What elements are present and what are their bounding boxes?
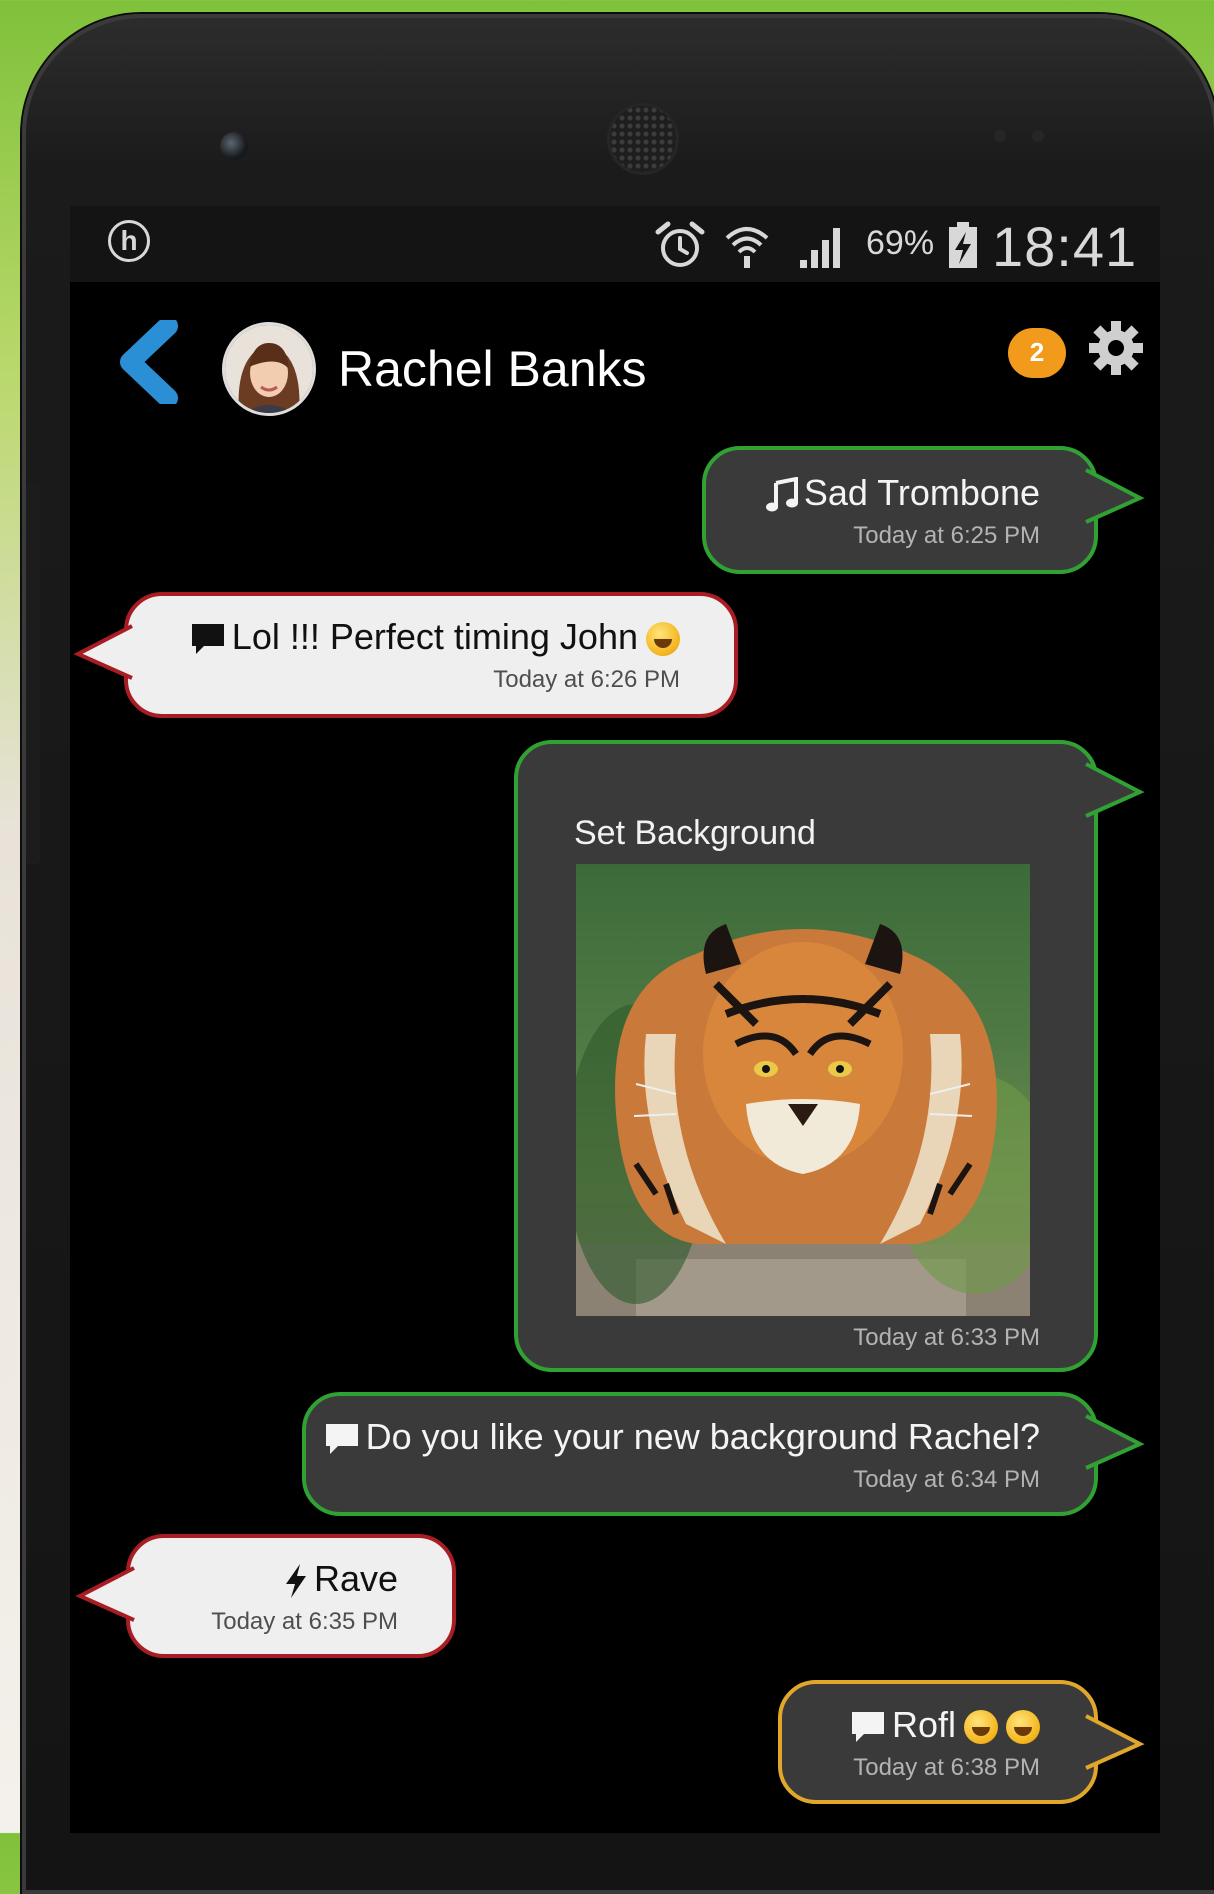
tiger-photo[interactable] — [576, 864, 1030, 1316]
message-label: Lol !!! Perfect timing John — [231, 616, 638, 657]
message-label: Sad Trombone — [803, 472, 1040, 513]
message-timestamp: Today at 6:33 PM — [853, 1324, 1040, 1351]
back-chevron-icon[interactable] — [116, 320, 186, 404]
message-bubble-incoming[interactable]: Lol !!! Perfect timing John Today at 6:2… — [73, 592, 738, 718]
avatar[interactable] — [222, 322, 316, 416]
status-clock: 18:41 — [992, 215, 1138, 278]
bubble-tail — [73, 624, 133, 680]
message-timestamp: Today at 6:35 PM — [211, 1608, 398, 1635]
message-label: Rave — [313, 1558, 398, 1599]
message-timestamp: Today at 6:34 PM — [853, 1466, 1040, 1493]
laughing-emoji — [964, 1710, 998, 1745]
laughing-emoji — [646, 622, 680, 657]
bubble-tail — [1085, 468, 1145, 524]
alarm-icon — [655, 221, 705, 267]
bubble-tail — [1085, 1414, 1145, 1470]
bubble-tail — [75, 1566, 135, 1622]
message-label: Rofl — [891, 1704, 956, 1745]
message-text: Lol !!! Perfect timing John — [190, 616, 680, 658]
message-text: Rofl — [850, 1704, 1040, 1746]
message-timestamp: Today at 6:38 PM — [853, 1754, 1040, 1781]
front-camera — [220, 132, 248, 160]
message-text: Rave — [284, 1558, 398, 1600]
speech-bubble-icon — [851, 1712, 884, 1743]
message-label: Do you like your new background Rachel? — [365, 1416, 1040, 1457]
h-icon: h — [108, 220, 150, 262]
notification-badge[interactable]: 2 — [1008, 328, 1066, 378]
signal-icon — [800, 228, 840, 268]
message-bubble-incoming[interactable]: Rave Today at 6:35 PM — [75, 1534, 456, 1658]
message-timestamp: Today at 6:25 PM — [853, 522, 1040, 549]
laughing-emoji — [1006, 1710, 1040, 1745]
gear-icon[interactable] — [1088, 320, 1144, 376]
message-bubble-outgoing[interactable]: Do you like your new background Rachel? … — [302, 1392, 1145, 1516]
wifi-icon — [725, 227, 769, 268]
status-bar: h 69% 18:41 — [70, 206, 1160, 282]
battery-charging-icon — [949, 222, 977, 268]
speech-bubble-icon — [191, 624, 224, 655]
image-message-bubble[interactable]: Set Background Today at 6:33 PM — [514, 740, 1145, 1372]
message-bubble-outgoing[interactable]: Sad Trombone Today at 6:25 PM — [702, 446, 1145, 574]
music-note-icon — [765, 477, 798, 512]
contact-name[interactable]: Rachel Banks — [338, 340, 647, 398]
light-sensor — [1032, 130, 1044, 142]
conversation-header: Rachel Banks 2 — [70, 282, 1160, 422]
battery-percent: 69% — [866, 224, 935, 262]
message-text: Do you like your new background Rachel? — [324, 1416, 1040, 1458]
lightning-icon — [285, 1564, 306, 1599]
screen: h 69% 18:41 Rachel Banks 2 Sad Trombone … — [70, 206, 1160, 1833]
speech-bubble-icon — [325, 1424, 358, 1455]
bubble-tail — [1085, 762, 1145, 818]
earpiece-speaker — [610, 106, 676, 172]
side-button — [26, 484, 40, 864]
bubble-tail — [1085, 1714, 1145, 1770]
message-bubble-outgoing[interactable]: Rofl Today at 6:38 PM — [778, 1680, 1145, 1804]
image-message-title: Set Background — [574, 814, 816, 852]
message-text: Sad Trombone — [765, 472, 1040, 514]
proximity-sensor — [994, 130, 1006, 142]
message-timestamp: Today at 6:26 PM — [493, 666, 680, 693]
